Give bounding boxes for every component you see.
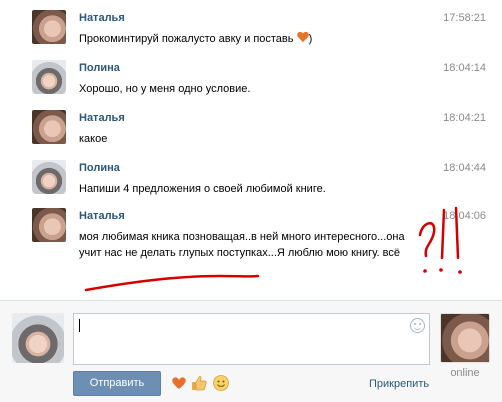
online-status: online: [450, 367, 480, 379]
message-time: 18:04:21: [443, 112, 486, 124]
message-author[interactable]: Наталья: [79, 210, 125, 222]
message-time: 18:04:06: [443, 210, 486, 222]
avatar-polina[interactable]: [32, 60, 66, 94]
message-text: Прокоминтируй пожалусто авку и поставь ): [79, 31, 419, 47]
send-button[interactable]: Отправить: [73, 371, 161, 396]
message-thread: Наталья 17:58:21 Прокоминтируй пожалусто…: [0, 0, 502, 300]
heart-icon: [297, 32, 309, 43]
message-text: какое: [79, 133, 108, 145]
message-composer: Отправить Прикрепить online: [0, 301, 502, 402]
message-text: Хорошо, но у меня одно условие.: [79, 83, 251, 95]
message-time: 18:04:44: [443, 162, 486, 174]
message-item: Наталья 17:58:21 Прокоминтируй пожалусто…: [0, 2, 502, 54]
message-time: 17:58:21: [443, 12, 486, 24]
my-avatar[interactable]: [12, 313, 64, 363]
contact-avatar[interactable]: [440, 313, 490, 363]
message-author[interactable]: Полина: [79, 162, 120, 174]
attach-link[interactable]: Прикрепить: [369, 378, 429, 390]
message-author[interactable]: Наталья: [79, 112, 125, 124]
text-caret: [79, 319, 80, 332]
avatar-natalia[interactable]: [32, 110, 66, 144]
message-item: Наталья 18:04:06 моя любимая кника позно…: [0, 200, 502, 270]
message-item: Полина 18:04:14 Хорошо, но у меня одно у…: [0, 52, 502, 104]
avatar-natalia[interactable]: [32, 10, 66, 44]
thumbs-up-icon[interactable]: [190, 374, 208, 392]
emoji-picker-icon[interactable]: [410, 318, 425, 333]
message-text: моя любимая кника позноващая..в ней мног…: [79, 231, 405, 259]
message-author[interactable]: Полина: [79, 62, 120, 74]
avatar-natalia[interactable]: [32, 208, 66, 242]
message-author[interactable]: Наталья: [79, 12, 125, 24]
avatar-polina[interactable]: [32, 160, 66, 194]
message-time: 18:04:14: [443, 62, 486, 74]
message-text-body: Прокоминтируй пожалусто авку и поставь: [79, 33, 294, 45]
message-input[interactable]: [73, 313, 430, 365]
message-text: Напиши 4 предложения о своей любимой кни…: [79, 183, 326, 195]
smile-icon[interactable]: [212, 374, 230, 392]
heart-icon[interactable]: [170, 374, 188, 392]
message-item: Наталья 18:04:21 какое: [0, 102, 502, 154]
message-item: Полина 18:04:44 Напиши 4 предложения о с…: [0, 152, 502, 204]
